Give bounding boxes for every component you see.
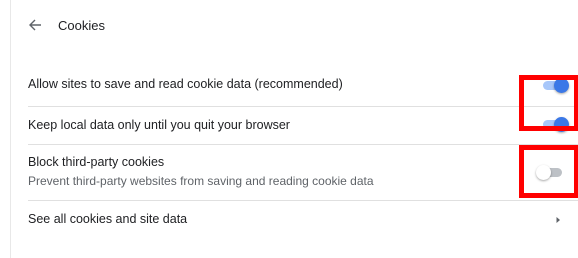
toggle-knob bbox=[554, 78, 569, 93]
page-title: Cookies bbox=[58, 18, 105, 33]
keep-local-data-label: Keep local data only until you quit your… bbox=[28, 118, 290, 132]
toggle-knob bbox=[554, 117, 569, 132]
block-third-party-toggle[interactable] bbox=[536, 165, 562, 180]
see-all-cookies-row[interactable]: See all cookies and site data bbox=[11, 201, 578, 239]
page-header: Cookies bbox=[11, 0, 578, 56]
allow-cookies-label: Allow sites to save and read cookie data… bbox=[28, 77, 343, 91]
keep-local-data-toggle[interactable] bbox=[541, 117, 569, 132]
block-third-party-label: Block third-party cookies bbox=[28, 155, 165, 169]
allow-cookies-toggle[interactable] bbox=[541, 78, 569, 93]
settings-panel: Cookies Allow sites to save and read coo… bbox=[10, 0, 578, 258]
toggle-knob bbox=[536, 165, 551, 180]
chevron-right-icon[interactable] bbox=[554, 216, 562, 224]
keep-local-data-row[interactable]: Keep local data only until you quit your… bbox=[11, 107, 578, 144]
block-third-party-row[interactable]: Block third-party cookies Prevent third-… bbox=[11, 145, 578, 200]
arrow-left-icon[interactable] bbox=[28, 18, 42, 32]
block-third-party-description: Prevent third-party websites from saving… bbox=[28, 174, 374, 188]
allow-cookies-row[interactable]: Allow sites to save and read cookie data… bbox=[11, 68, 578, 106]
see-all-cookies-label: See all cookies and site data bbox=[28, 212, 188, 226]
